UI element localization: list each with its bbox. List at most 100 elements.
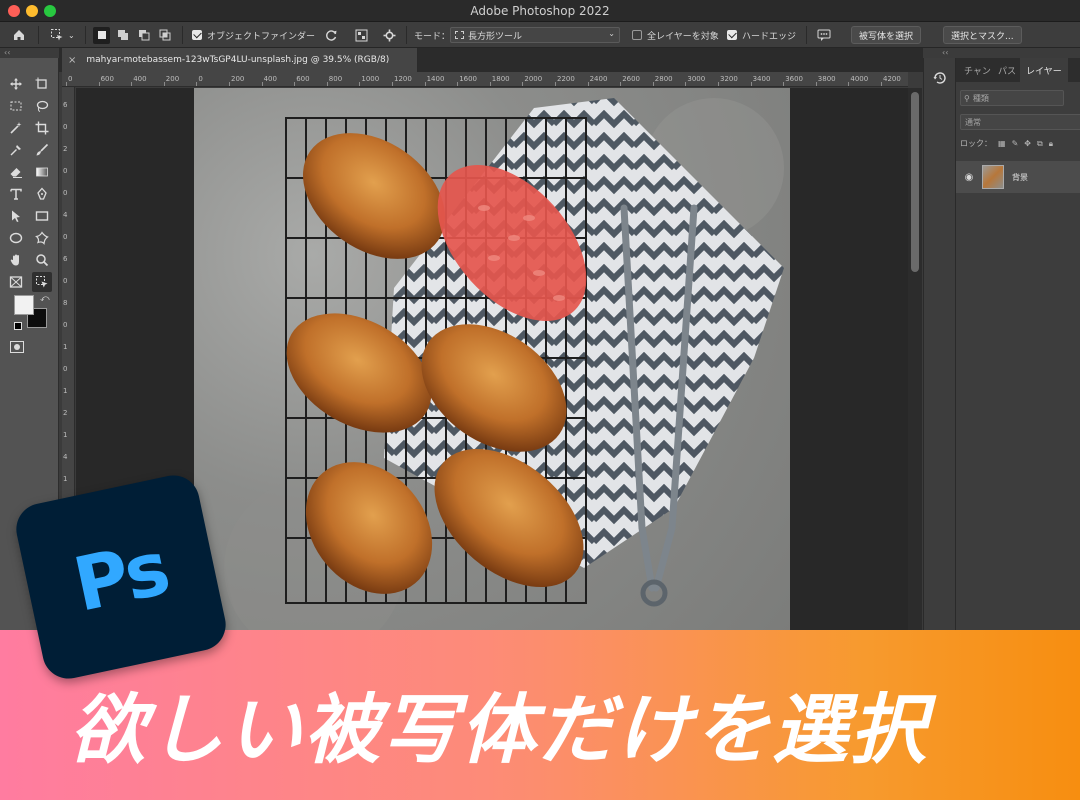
- ruler-tick-label: 1200: [394, 75, 412, 83]
- hand-icon[interactable]: [6, 250, 26, 270]
- intersect-selection-button[interactable]: [156, 27, 173, 44]
- ruler-tick: [326, 82, 328, 86]
- refresh-icon[interactable]: [325, 22, 338, 48]
- sample-all-layers-checkbox[interactable]: [632, 30, 642, 40]
- eyedropper-icon[interactable]: [6, 140, 26, 160]
- object-finder-label: オブジェクトファインダー: [207, 31, 316, 42]
- move-icon[interactable]: [6, 74, 26, 94]
- horizontal-ruler: 0 600 400 200 0 200 400 600 800 1000 1200 1400 1600 1…: [62, 72, 908, 87]
- swap-colors-icon[interactable]: ⤺: [40, 294, 50, 304]
- document-tab-title: mahyar-motebassem-123wTsGP4LU-unsplash.j…: [86, 55, 390, 65]
- lock-all-icon[interactable]: 🔒︎: [1049, 139, 1053, 149]
- tab-layers[interactable]: レイヤー: [1020, 58, 1068, 82]
- ruler-tick-label: 1400: [426, 75, 445, 83]
- ruler-tick-label: 4000: [850, 75, 869, 83]
- layer-name[interactable]: 背景: [1012, 172, 1028, 183]
- gradient-icon[interactable]: [32, 162, 52, 182]
- foreground-color-swatch[interactable]: [14, 295, 34, 315]
- layer-filter-input[interactable]: ⚲ 種類: [960, 90, 1064, 106]
- object-finder-checkbox[interactable]: [192, 30, 202, 40]
- tab-paths[interactable]: パス: [992, 58, 1022, 82]
- lock-image-icon[interactable]: ✎: [1012, 139, 1019, 148]
- brush-icon[interactable]: [32, 140, 52, 160]
- artboard-icon[interactable]: [32, 74, 52, 94]
- crop-icon[interactable]: [32, 118, 52, 138]
- ruler-tick-label: 3000: [687, 75, 706, 83]
- ruler-tick: [489, 82, 491, 86]
- object-selection-icon[interactable]: [32, 272, 52, 292]
- lock-artboard-icon[interactable]: ⧉: [1037, 139, 1043, 149]
- hard-edge-toggle[interactable]: ハードエッジ: [727, 22, 796, 48]
- lock-position-icon[interactable]: ✥: [1024, 139, 1031, 148]
- magic-wand-icon[interactable]: [6, 118, 26, 138]
- ellipse-icon[interactable]: [6, 228, 26, 248]
- ruler-tick: [196, 82, 198, 86]
- frame-icon[interactable]: [6, 272, 26, 292]
- ruler-tick-label: 800: [328, 75, 343, 83]
- sample-all-layers-toggle[interactable]: 全レイヤーを対象: [632, 22, 719, 48]
- document-image[interactable]: [194, 88, 790, 644]
- ruler-tick-label: 2000: [524, 75, 543, 83]
- chevron-down-icon: ⌄: [608, 29, 615, 38]
- ruler-tick: [587, 82, 589, 86]
- ruler-tick: [457, 82, 459, 86]
- zoom-icon[interactable]: [32, 250, 52, 270]
- home-icon[interactable]: [12, 22, 26, 48]
- tool-preset-picker[interactable]: ⌄: [50, 22, 75, 48]
- quick-mask-icon[interactable]: [10, 338, 24, 357]
- document-tab[interactable]: × mahyar-motebassem-123wTsGP4LU-unsplash…: [62, 48, 418, 72]
- collapse-toolbar-icon[interactable]: ‹‹: [4, 48, 10, 58]
- eraser-icon[interactable]: [6, 162, 26, 182]
- lock-transparent-icon[interactable]: ▦: [998, 139, 1006, 148]
- ruler-tick-label: 6: [63, 255, 68, 263]
- mode-select[interactable]: 長方形ツール ⌄: [450, 27, 620, 43]
- ruler-tick-label: 1: [63, 475, 68, 483]
- blend-mode-select[interactable]: 通常: [960, 114, 1080, 130]
- custom-shape-icon[interactable]: [32, 228, 52, 248]
- new-selection-button[interactable]: [93, 26, 110, 44]
- ruler-tick-label: 0: [63, 321, 68, 329]
- lasso-icon[interactable]: [32, 96, 52, 116]
- ruler-tick-label: 2200: [557, 75, 575, 83]
- close-tab-icon[interactable]: ×: [68, 55, 76, 66]
- app-title: Adobe Photoshop 2022: [470, 4, 610, 18]
- marquee-icon[interactable]: [6, 96, 26, 116]
- ruler-tick-label: 2400: [589, 75, 608, 83]
- ruler-tick-label: 400: [133, 75, 147, 83]
- select-subject-button[interactable]: 被写体を選択: [851, 26, 922, 44]
- ruler-tick-label: 3400: [752, 75, 771, 83]
- pen-icon[interactable]: [32, 184, 52, 204]
- gear-icon[interactable]: [383, 22, 396, 48]
- ruler-tick: [522, 82, 524, 86]
- ruler-tick: [881, 82, 882, 86]
- history-icon[interactable]: [933, 70, 947, 89]
- ruler-tick-label: 1800: [491, 75, 510, 83]
- ruler-tick-label: 0: [63, 233, 68, 241]
- options-bar: ⌄ オブジェクトファインダー モード： 長方形ツール ⌄ 全レイヤーを対象 ハー…: [0, 22, 1080, 48]
- default-colors-icon[interactable]: [14, 322, 22, 330]
- ruler-tick-label: 200: [165, 75, 180, 83]
- ruler-tick-label: 600: [296, 75, 310, 83]
- photoshop-window: Adobe Photoshop 2022 ⌄ オブジェクトファインダー モード：…: [0, 0, 1080, 800]
- rectangle-icon[interactable]: [32, 206, 52, 226]
- title-bar: Adobe Photoshop 2022: [0, 0, 1080, 22]
- add-to-selection-button[interactable]: [114, 27, 131, 44]
- ruler-tick-label: 2: [63, 409, 68, 417]
- show-all-objects-icon[interactable]: [355, 22, 368, 48]
- visibility-eye-icon[interactable]: ◉: [956, 172, 982, 183]
- ruler-tick-label: 200: [231, 75, 245, 83]
- object-finder-toggle[interactable]: オブジェクトファインダー: [192, 22, 315, 48]
- ruler-tick: [66, 82, 67, 86]
- hard-edge-checkbox[interactable]: [727, 30, 737, 40]
- ruler-tick: [718, 82, 719, 86]
- path-selection-icon[interactable]: [6, 206, 26, 226]
- select-and-mask-button[interactable]: 選択とマスク...: [943, 26, 1022, 44]
- scrollbar-thumb[interactable]: [911, 92, 919, 272]
- ruler-tick-label: 0: [63, 123, 68, 131]
- chat-bubble-icon[interactable]: [817, 22, 831, 48]
- collapse-panels-icon[interactable]: ‹‹: [942, 48, 948, 58]
- ruler-tick: [98, 82, 100, 86]
- layer-row[interactable]: ◉ 背景: [956, 161, 1080, 193]
- subtract-from-selection-button[interactable]: [135, 27, 152, 44]
- type-icon[interactable]: [6, 184, 26, 204]
